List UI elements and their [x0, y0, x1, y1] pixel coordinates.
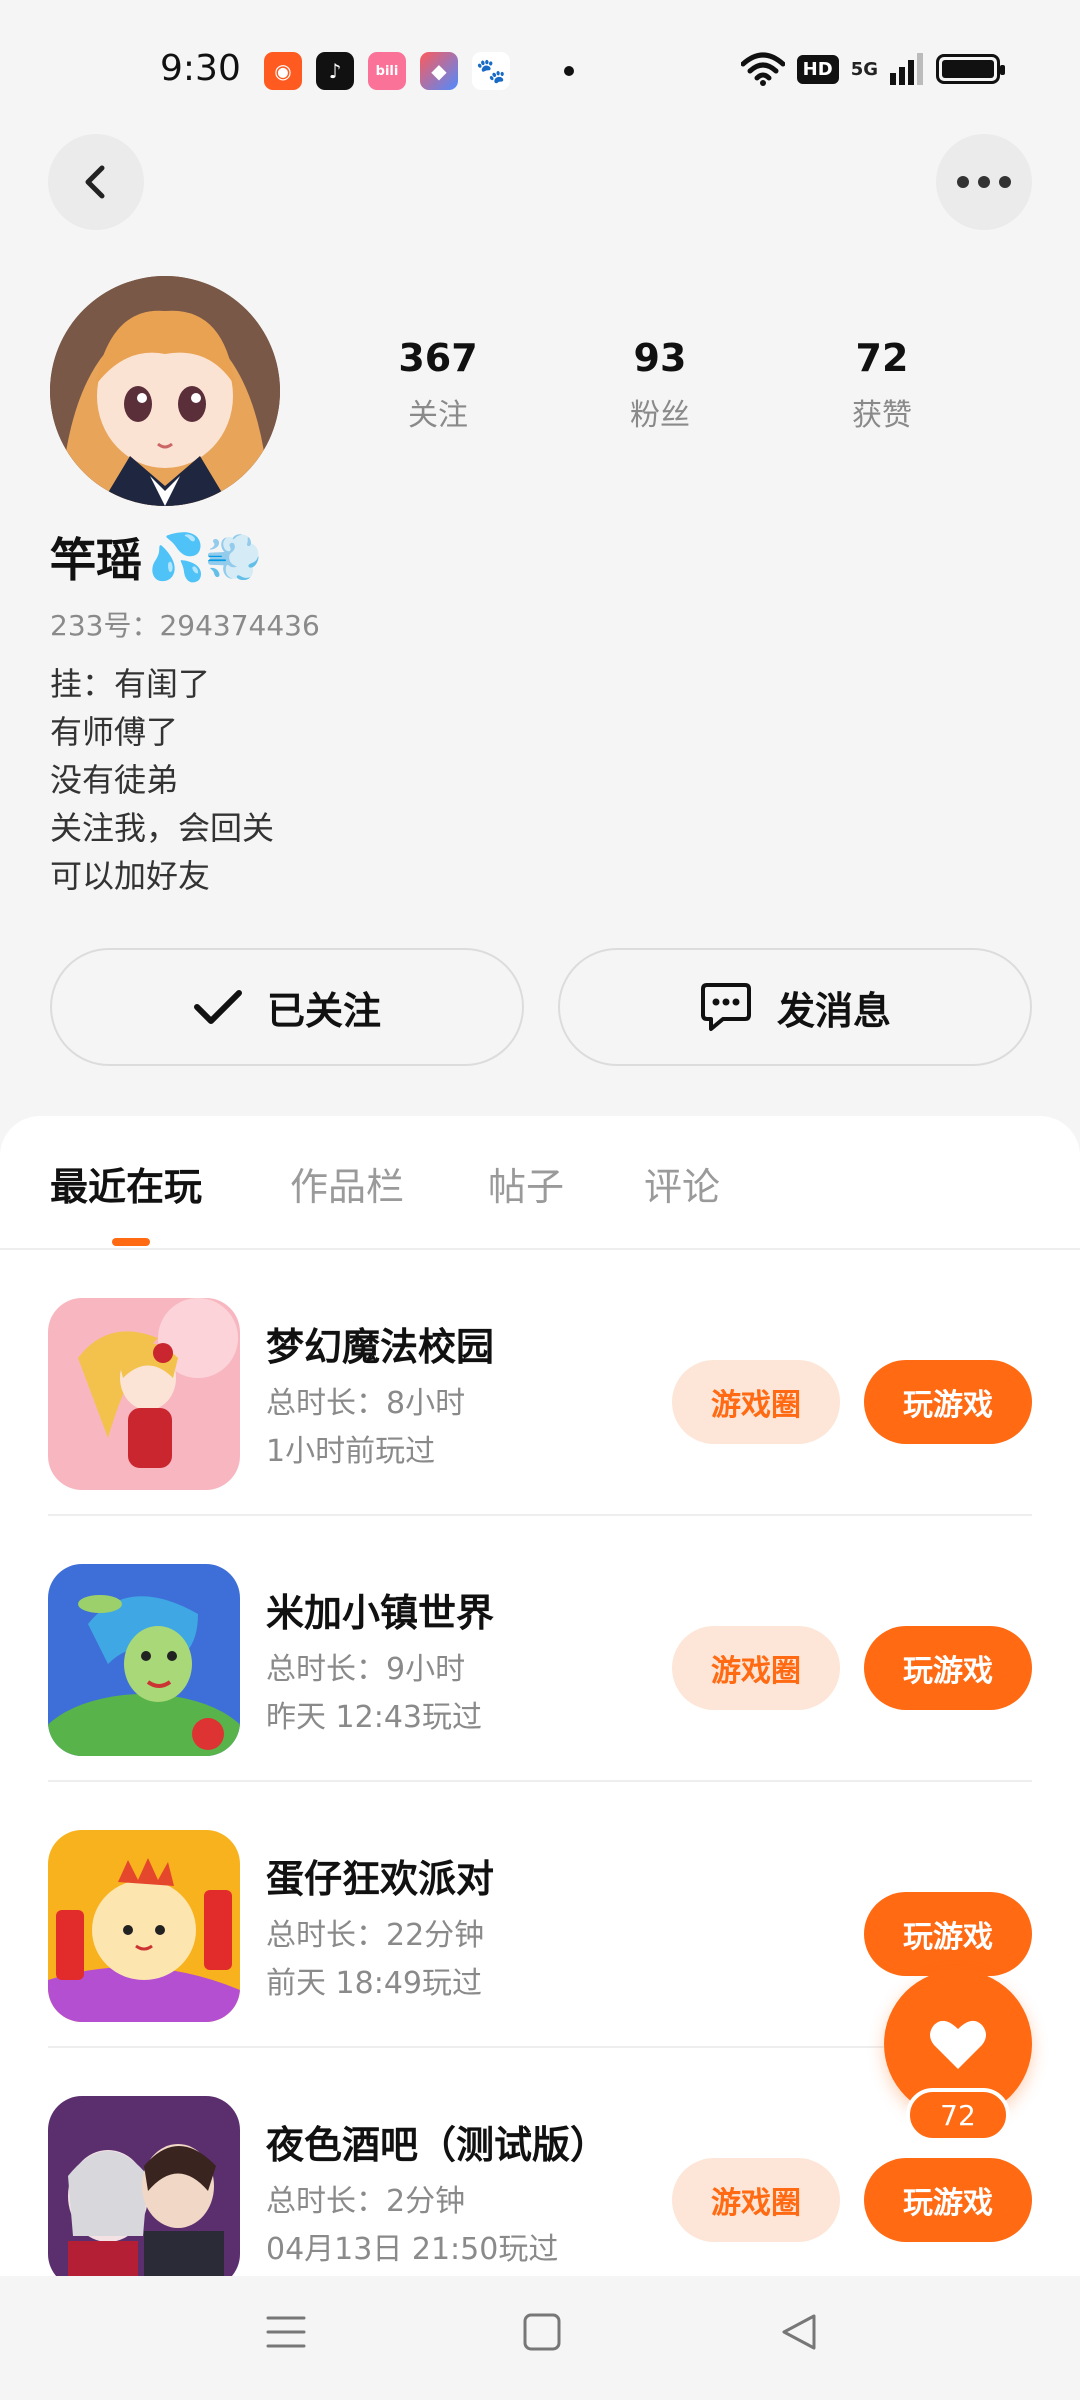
game-title: 夜色酒吧（测试版）	[266, 2123, 609, 2167]
game-circle-button[interactable]: 游戏圈	[672, 1626, 840, 1710]
bilibili-notification-icon: bili	[368, 52, 406, 90]
game-title: 蛋仔狂欢派对	[266, 1857, 495, 1901]
game-cover-image	[48, 2096, 240, 2276]
following-label: 关注	[408, 398, 468, 433]
game-list-item[interactable]: 米加小镇世界 总时长：9小时 昨天 12:43玩过 游戏圈 玩游戏	[0, 1516, 1080, 1782]
bio-line: 可以加好友	[50, 857, 211, 895]
username-text: 竿瑶	[50, 533, 142, 587]
signal-icon	[890, 53, 923, 85]
app-notification-icon: ◆	[420, 52, 458, 90]
avatar[interactable]	[50, 276, 280, 506]
bio-line: 有师傅了	[50, 713, 179, 751]
game-circle-button[interactable]: 游戏圈	[672, 2158, 840, 2242]
game-title: 梦幻魔法校园	[266, 1325, 495, 1369]
tab-comments[interactable]: 评论	[644, 1156, 720, 1211]
game-cover-image	[48, 1564, 240, 1756]
game-last-played: 昨天 12:43玩过	[266, 1700, 482, 1735]
anime-avatar-image	[50, 276, 280, 506]
game-icon-eggy-party[interactable]	[48, 1830, 240, 2022]
user-profile-page: 9:30 ◉ ♪ bili ◆ 🐾 HD 5G 367 关注 93 粉丝 72 …	[0, 0, 1080, 2400]
fans-label: 粉丝	[630, 398, 690, 433]
status-bar: 9:30 ◉ ♪ bili ◆ 🐾 HD 5G	[0, 0, 1080, 140]
game-icon-dream-magic-school[interactable]	[48, 1298, 240, 1490]
user-id: 233号：294374436	[50, 609, 320, 642]
tab-works[interactable]: 作品栏	[290, 1156, 404, 1211]
home-icon[interactable]	[522, 2312, 562, 2352]
baidu-notification-icon: 🐾	[472, 52, 510, 90]
play-game-button[interactable]: 玩游戏	[864, 1892, 1032, 1976]
game-last-played: 前天 18:49玩过	[266, 1966, 482, 2001]
stat-following[interactable]: 367 关注	[358, 336, 518, 434]
more-options-button[interactable]	[936, 134, 1032, 230]
notification-icons: ◉ ♪ bili ◆ 🐾	[264, 52, 574, 90]
game-cover-image	[48, 1298, 240, 1490]
battery-icon	[936, 54, 1005, 84]
menu-icon[interactable]	[266, 2312, 306, 2352]
likes-label: 获赞	[852, 398, 912, 433]
bio-line: 没有徒弟	[50, 761, 179, 799]
status-right: HD 5G	[740, 52, 1005, 86]
bio-line: 关注我，会回关	[50, 809, 275, 847]
back-triangle-icon[interactable]	[780, 2312, 820, 2352]
heart-icon	[930, 2020, 986, 2069]
status-time: 9:30	[160, 48, 241, 89]
game-title: 米加小镇世界	[266, 1591, 495, 1635]
game-duration: 总时长：2分钟	[266, 2184, 466, 2219]
game-duration: 总时长：9小时	[266, 1652, 466, 1687]
tab-bar: 最近在玩 作品栏 帖子 评论	[0, 1116, 1080, 1250]
hd-badge: HD	[796, 54, 839, 84]
wifi-icon	[740, 52, 785, 86]
username: 竿瑶 💦💨	[50, 524, 263, 590]
stat-fans[interactable]: 93 粉丝	[580, 336, 740, 434]
tab-recently-played[interactable]: 最近在玩	[50, 1156, 202, 1211]
tiktok-notification-icon: ♪	[316, 52, 354, 90]
tab-posts[interactable]: 帖子	[488, 1156, 564, 1211]
send-message-label: 发消息	[776, 988, 891, 1033]
game-duration: 总时长：22分钟	[266, 1918, 485, 1953]
play-game-button[interactable]: 玩游戏	[864, 1360, 1032, 1444]
system-navigation-bar	[0, 2276, 1080, 2400]
network-type: 5G	[850, 58, 878, 80]
likes-count: 72	[855, 336, 909, 380]
following-count: 367	[398, 336, 478, 380]
like-count-badge: 72	[906, 2088, 1010, 2142]
play-game-button[interactable]: 玩游戏	[864, 1626, 1032, 1710]
followed-label: 已关注	[266, 988, 381, 1033]
game-list-item[interactable]: 梦幻魔法校园 总时长：8小时 1小时前玩过 游戏圈 玩游戏	[0, 1250, 1080, 1516]
more-notifications-dot	[564, 66, 574, 76]
bio-line: 挂：有闺了	[50, 665, 211, 703]
chevron-left-icon	[85, 165, 105, 199]
game-last-played: 1小时前玩过	[266, 1434, 436, 1469]
stat-likes[interactable]: 72 获赞	[802, 336, 962, 434]
game-icon-night-bar[interactable]	[48, 2096, 240, 2276]
game-circle-button[interactable]: 游戏圈	[672, 1360, 840, 1444]
game-duration: 总时长：8小时	[266, 1386, 466, 1421]
back-button[interactable]	[48, 134, 144, 230]
game-cover-image	[48, 1830, 240, 2022]
send-message-button[interactable]: 发消息	[558, 948, 1032, 1066]
game-last-played: 04月13日 21:50玩过	[266, 2232, 559, 2267]
more-dots-icon	[957, 176, 1011, 188]
bio: 挂：有闺了 有师傅了 没有徒弟 关注我，会回关 可以加好友	[50, 660, 274, 900]
app-notification-icon: ◉	[264, 52, 302, 90]
active-tab-indicator	[112, 1238, 150, 1246]
username-emoji: 💦💨	[148, 529, 263, 584]
play-game-button[interactable]: 玩游戏	[864, 2158, 1032, 2242]
checkmark-icon	[193, 990, 242, 1024]
game-icon-miga-town[interactable]	[48, 1564, 240, 1756]
fans-count: 93	[633, 336, 687, 380]
followed-button[interactable]: 已关注	[50, 948, 524, 1066]
chat-bubble-icon	[700, 983, 751, 1031]
